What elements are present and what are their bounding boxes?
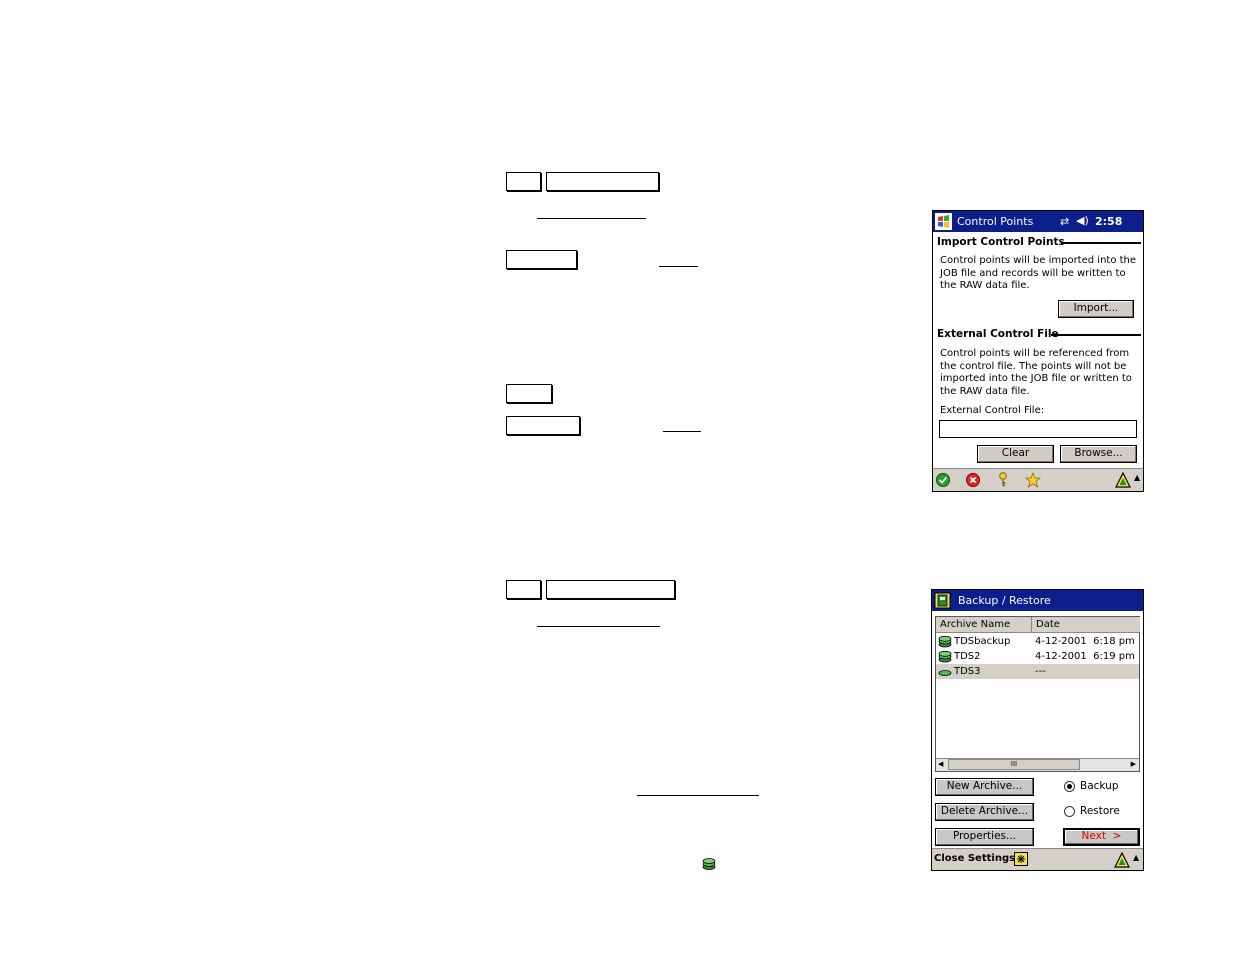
window-title: Control Points bbox=[957, 215, 1034, 228]
menu-box-2 bbox=[546, 172, 659, 191]
column-header-archive-name[interactable]: Archive Name bbox=[936, 617, 1032, 633]
next-button[interactable]: Next > bbox=[1063, 828, 1140, 846]
title-bar: Backup / Restore bbox=[932, 590, 1143, 611]
list-item[interactable]: TDSbackup 4-12-2001 6:18 pm bbox=[936, 634, 1139, 649]
bottom-toolbar: Close Settings ▲ bbox=[932, 848, 1143, 870]
menu-box-1 bbox=[506, 172, 541, 191]
external-file-input[interactable] bbox=[939, 420, 1137, 438]
menu-box-5 bbox=[506, 416, 580, 435]
underlined-ref-1 bbox=[537, 218, 646, 219]
properties-button[interactable]: Properties... bbox=[935, 828, 1034, 846]
scroll-up-arrow-icon[interactable]: ▲ bbox=[1133, 853, 1139, 862]
clock-time[interactable]: 2:58 bbox=[1095, 215, 1122, 228]
scroll-right-arrow-icon[interactable]: ▶ bbox=[1131, 760, 1136, 768]
archive-disk-icon bbox=[702, 858, 716, 870]
underlined-ref-5 bbox=[637, 795, 759, 796]
archive-date: 4-12-2001 6:19 pm bbox=[1035, 651, 1135, 662]
menu-box-7 bbox=[546, 580, 675, 599]
volume-icon[interactable]: ◀) bbox=[1076, 214, 1089, 227]
scroll-thumb[interactable]: III bbox=[948, 759, 1080, 770]
archive-name: TDS3 bbox=[954, 666, 981, 677]
archive-disk-icon bbox=[938, 651, 952, 663]
list-item[interactable]: TDS2 4-12-2001 6:19 pm bbox=[936, 649, 1139, 664]
menu-box-3 bbox=[506, 250, 577, 269]
tds-logo-icon[interactable] bbox=[1115, 472, 1131, 488]
control-points-screen: Control Points ⇄ ◀) 2:58 Import Control … bbox=[932, 210, 1144, 492]
star-icon[interactable] bbox=[1025, 472, 1041, 488]
archive-list[interactable]: Archive Name Date TDSbackup 4-12-2001 6:… bbox=[935, 616, 1140, 772]
list-item-selected[interactable]: TDS3 --- bbox=[936, 664, 1139, 679]
tds-logo-icon[interactable] bbox=[1114, 852, 1130, 868]
new-archive-button[interactable]: New Archive... bbox=[935, 778, 1034, 796]
archive-disk-empty-icon bbox=[938, 670, 952, 676]
bottom-toolbar: ▲ bbox=[933, 468, 1143, 491]
underlined-ref-2 bbox=[659, 266, 698, 267]
import-description: Control points will be imported into the… bbox=[940, 255, 1137, 291]
close-settings-label[interactable]: Close Settings bbox=[934, 853, 1015, 864]
archive-name: TDSbackup bbox=[954, 636, 1011, 647]
key-icon[interactable] bbox=[997, 472, 1009, 488]
external-file-label: External Control File: bbox=[940, 405, 1045, 416]
backup-app-icon bbox=[934, 592, 951, 609]
connectivity-icon[interactable]: ⇄ bbox=[1060, 215, 1069, 228]
restore-radio[interactable] bbox=[1064, 806, 1075, 817]
underlined-ref-3 bbox=[663, 431, 701, 432]
underlined-ref-4 bbox=[537, 626, 660, 627]
scroll-left-arrow-icon[interactable]: ◀ bbox=[938, 760, 943, 768]
import-section-heading: Import Control Points bbox=[937, 236, 1141, 248]
horizontal-scrollbar[interactable]: ◀ III ▶ bbox=[936, 758, 1139, 771]
import-button[interactable]: Import... bbox=[1058, 300, 1134, 318]
browse-button[interactable]: Browse... bbox=[1060, 445, 1137, 463]
archive-date: 4-12-2001 6:18 pm bbox=[1035, 636, 1135, 647]
archive-disk-icon bbox=[938, 636, 952, 648]
backup-radio-label: Backup bbox=[1080, 780, 1119, 792]
input-panel-icon[interactable] bbox=[1014, 852, 1028, 866]
cancel-icon[interactable] bbox=[966, 473, 980, 487]
archive-name: TDS2 bbox=[954, 651, 981, 662]
scroll-up-arrow-icon[interactable]: ▲ bbox=[1134, 473, 1140, 482]
backup-radio[interactable] bbox=[1064, 781, 1075, 792]
window-title: Backup / Restore bbox=[958, 594, 1051, 607]
check-icon[interactable] bbox=[936, 473, 950, 487]
external-section-heading: External Control File bbox=[937, 328, 1141, 340]
restore-radio-label: Restore bbox=[1080, 805, 1120, 817]
menu-box-6 bbox=[506, 580, 541, 599]
clear-button[interactable]: Clear bbox=[977, 445, 1054, 463]
backup-restore-screen: Backup / Restore Archive Name Date TDSba… bbox=[931, 589, 1144, 871]
archive-date: --- bbox=[1035, 666, 1046, 677]
delete-archive-button[interactable]: Delete Archive... bbox=[935, 803, 1034, 821]
menu-box-4 bbox=[506, 384, 552, 403]
windows-start-icon[interactable] bbox=[935, 213, 952, 230]
title-bar: Control Points ⇄ ◀) 2:58 bbox=[933, 211, 1143, 232]
external-description: Control points will be referenced from t… bbox=[940, 348, 1132, 397]
column-header-date[interactable]: Date bbox=[1032, 617, 1140, 633]
